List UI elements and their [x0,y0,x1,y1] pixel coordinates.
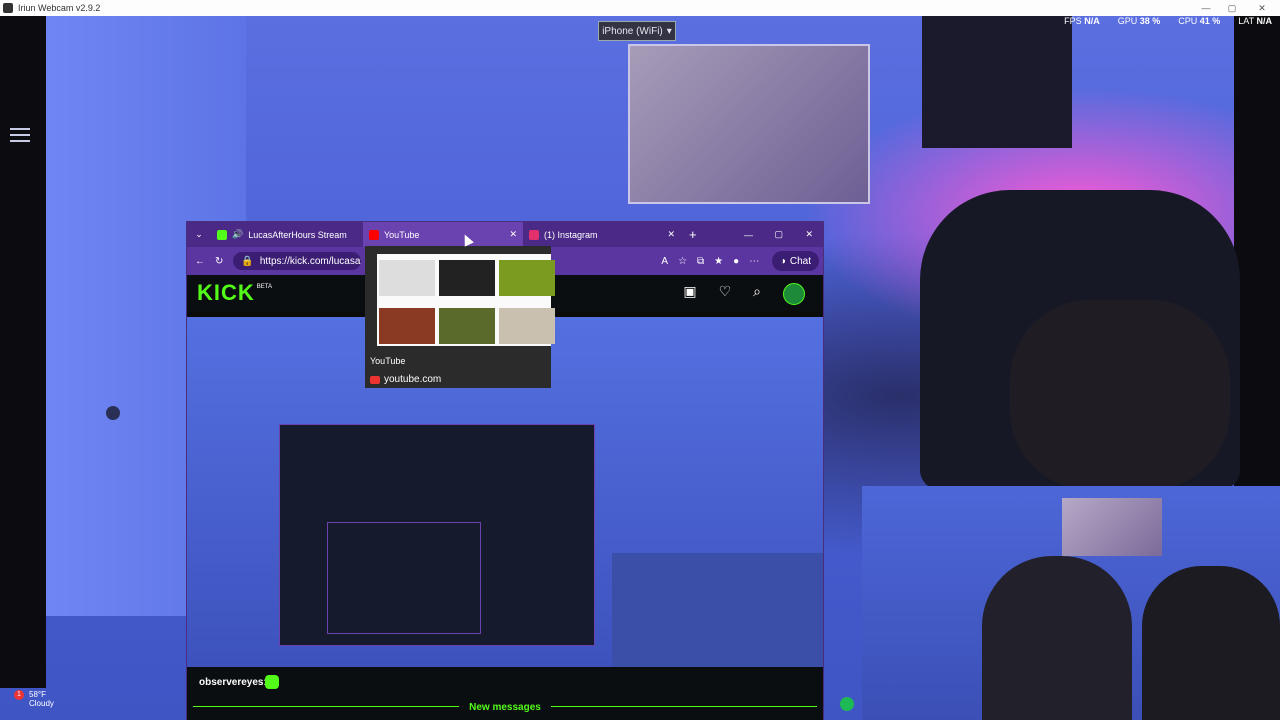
weather-widget[interactable]: 1 58°F Cloudy [14,690,54,708]
video-thumbnail [499,308,555,344]
app-title: Iriun Webcam v2.9.2 [18,3,101,13]
camera-source-select[interactable]: iPhone (WiFi) ▾ [598,21,676,41]
new-messages-divider[interactable]: New messages [193,700,817,714]
wall-tv [922,16,1072,148]
letterbox-right [1234,16,1280,486]
video-thumbnail [379,308,435,344]
tab-label: LucasAfterHours Stream - W [248,229,348,240]
maximize-button[interactable]: ▢ [1222,0,1242,16]
copilot-icon: ◑ [779,255,786,267]
close-tab-icon[interactable]: ✕ [667,229,675,240]
preview-domain: youtube.com [384,374,442,385]
tab-label: (1) Instagram [544,229,598,240]
favorites-icon[interactable]: ★ [714,256,723,267]
favorite-icon[interactable]: ☆ [678,256,687,267]
chat-panel: observereyes: New messages [187,667,823,720]
tab-bar: ⌄ 🔊 LucasAfterHours Stream - W YouTube ✕… [187,222,823,247]
overlay-person-1 [982,556,1132,720]
chat-label: Chat [789,255,811,267]
preview-title: YouTube [370,356,406,366]
tab-youtube[interactable]: YouTube ✕ [363,222,523,247]
nested-browser-capture-2 [327,522,481,634]
address-bar[interactable]: 🔒 https://kick.com/lucasafter [233,252,362,270]
chevron-down-icon: ▾ [666,25,672,37]
browser-maximize-button[interactable]: ▢ [774,229,783,240]
chat-button[interactable]: ◑ Chat [771,251,819,271]
tab-list-icon[interactable]: ⌄ [187,229,211,240]
door-knob [106,406,120,420]
tab-label: YouTube [384,229,420,240]
extensions-icon[interactable]: ⧉ [697,256,704,267]
avatar[interactable] [783,283,805,305]
youtube-icon [369,229,379,240]
preview-url: youtube.com [370,374,441,385]
menu-icon[interactable] [10,128,30,146]
video-thumbnail [439,308,495,344]
close-button[interactable]: ✕ [1252,0,1272,16]
tab-kick[interactable]: 🔊 LucasAfterHours Stream - W [211,222,363,247]
profile-icon[interactable]: ● [733,256,739,267]
stats-bar: FPS N/A GPU 38 % CPU 41 % LAT N/A [1064,16,1272,26]
video-thumbnail [499,260,555,296]
kick-header-icons: ▣ ♡ ⌕ [683,283,805,305]
speaker-icon[interactable]: 🔊 [232,229,243,240]
nested-overlay-cam [612,553,823,667]
app-title-bar: Iriun Webcam v2.9.2 — ▢ ✕ [0,0,1280,16]
spotify-icon[interactable] [840,697,854,711]
close-tab-icon[interactable]: ✕ [509,229,517,240]
tab-hover-preview: YouTube youtube.com [365,246,555,388]
refresh-icon[interactable]: ↻ [215,256,223,267]
browser-close-button[interactable]: ✕ [805,229,813,240]
heart-icon[interactable]: ♡ [719,283,732,305]
kick-beta: BETA [256,284,273,290]
kick-logo[interactable]: KICK [197,280,255,306]
instagram-icon [529,229,539,240]
read-aloud-icon[interactable]: A [661,256,668,267]
stat-fps: FPS N/A [1064,16,1100,26]
preview-thumbnail [377,254,555,346]
video-thumbnail [439,260,495,296]
video-thumbnail [379,260,435,296]
chat-username[interactable]: observereyes: [199,677,267,688]
weather-condition: Cloudy [29,699,54,708]
emote-icon [265,675,279,689]
letterbox-left [0,16,46,688]
more-icon[interactable]: ⋯ [749,256,759,267]
new-messages-label: New messages [459,701,551,713]
following-icon[interactable]: ▣ [683,283,696,305]
back-icon[interactable]: ← [195,256,205,267]
overlay-webcam [862,486,1280,720]
app-icon [3,3,13,13]
lock-icon: 🔒 [241,255,254,267]
stat-gpu: GPU 38 % [1117,16,1161,26]
stat-lat: LAT N/A [1238,16,1272,26]
overlay-poster [1062,498,1162,556]
browser-minimize-button[interactable]: — [744,230,753,240]
wall-poster [628,44,870,204]
overlay-person-2 [1142,566,1280,720]
camera-source-value: iPhone (WiFi) [602,25,663,37]
weather-alert-icon: 1 [14,690,24,700]
url-text: https://kick.com/lucasafter [259,255,362,267]
youtube-icon [370,375,380,384]
search-icon[interactable]: ⌕ [753,283,761,305]
stat-cpu: CPU 41 % [1178,16,1221,26]
new-tab-button[interactable]: + [689,227,697,242]
tab-instagram[interactable]: (1) Instagram ✕ [523,222,681,247]
kick-icon [217,229,227,240]
minimize-button[interactable]: — [1196,0,1216,16]
person [1010,300,1230,490]
screen: Iriun Webcam v2.9.2 — ▢ ✕ iPhone (WiFi) … [0,0,1280,720]
weather-temp: 58°F [29,690,46,699]
